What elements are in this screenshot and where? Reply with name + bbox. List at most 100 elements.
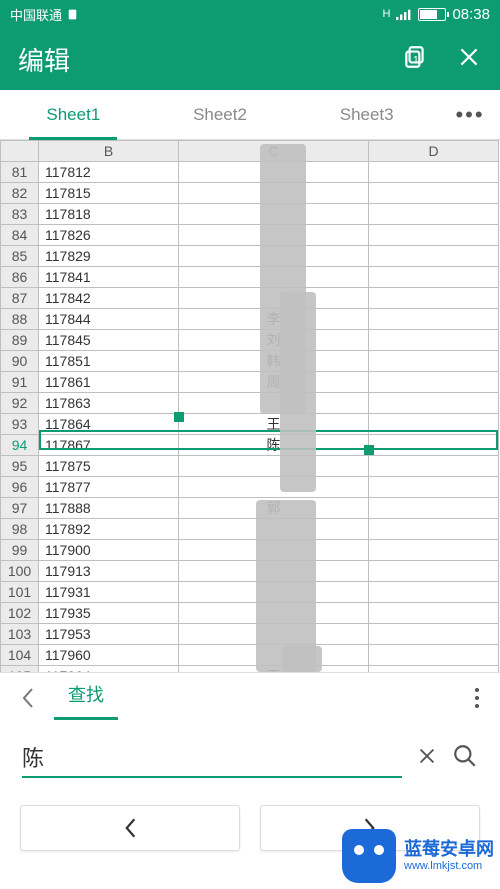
sim-icon bbox=[66, 8, 79, 21]
corner-cell[interactable] bbox=[1, 141, 39, 162]
cell[interactable]: 117875 bbox=[39, 456, 179, 477]
row-header[interactable]: 102 bbox=[1, 603, 39, 624]
cell[interactable] bbox=[369, 519, 499, 540]
cell[interactable] bbox=[369, 288, 499, 309]
search-icon[interactable] bbox=[452, 743, 478, 774]
cell[interactable]: 117844 bbox=[39, 309, 179, 330]
cell[interactable]: 117913 bbox=[39, 561, 179, 582]
cell[interactable] bbox=[369, 246, 499, 267]
row-header[interactable]: 81 bbox=[1, 162, 39, 183]
row-header[interactable]: 90 bbox=[1, 351, 39, 372]
cell[interactable]: 117861 bbox=[39, 372, 179, 393]
copy-icon[interactable]: 1 bbox=[402, 44, 428, 75]
cell[interactable] bbox=[369, 435, 499, 456]
row-header[interactable]: 85 bbox=[1, 246, 39, 267]
row-header[interactable]: 104 bbox=[1, 645, 39, 666]
row-header[interactable]: 86 bbox=[1, 267, 39, 288]
cell[interactable] bbox=[369, 267, 499, 288]
tab-sheet1[interactable]: Sheet1 bbox=[0, 90, 147, 139]
tab-sheet2[interactable]: Sheet2 bbox=[147, 90, 294, 139]
cell[interactable] bbox=[369, 414, 499, 435]
cell[interactable]: 117851 bbox=[39, 351, 179, 372]
cell[interactable] bbox=[369, 183, 499, 204]
row-header[interactable]: 92 bbox=[1, 393, 39, 414]
cell[interactable] bbox=[179, 477, 369, 498]
cell[interactable]: 117818 bbox=[39, 204, 179, 225]
cell[interactable] bbox=[369, 456, 499, 477]
cell[interactable] bbox=[369, 393, 499, 414]
cell[interactable]: 117842 bbox=[39, 288, 179, 309]
cell[interactable] bbox=[369, 204, 499, 225]
row-header[interactable]: 100 bbox=[1, 561, 39, 582]
cell[interactable]: 117867 bbox=[39, 435, 179, 456]
find-more-button[interactable] bbox=[462, 687, 492, 714]
cell[interactable] bbox=[369, 498, 499, 519]
search-row bbox=[0, 728, 500, 788]
cell[interactable]: 117877 bbox=[39, 477, 179, 498]
row-header[interactable]: 84 bbox=[1, 225, 39, 246]
cell[interactable]: 117935 bbox=[39, 603, 179, 624]
row-header[interactable]: 82 bbox=[1, 183, 39, 204]
cell[interactable] bbox=[369, 330, 499, 351]
row-header[interactable]: 97 bbox=[1, 498, 39, 519]
cell[interactable] bbox=[369, 561, 499, 582]
cell[interactable]: 王 bbox=[179, 414, 369, 435]
row-header[interactable]: 87 bbox=[1, 288, 39, 309]
row-header[interactable]: 96 bbox=[1, 477, 39, 498]
cell[interactable]: 117841 bbox=[39, 267, 179, 288]
cell[interactable]: 117815 bbox=[39, 183, 179, 204]
cell[interactable]: 117960 bbox=[39, 645, 179, 666]
cell[interactable] bbox=[369, 540, 499, 561]
find-back-button[interactable] bbox=[8, 687, 48, 715]
cell[interactable] bbox=[179, 456, 369, 477]
cell[interactable]: 117864 bbox=[39, 414, 179, 435]
find-prev-button[interactable] bbox=[20, 805, 240, 851]
cell[interactable]: 117900 bbox=[39, 540, 179, 561]
col-header-b[interactable]: B bbox=[39, 141, 179, 162]
cell[interactable] bbox=[369, 645, 499, 666]
clear-icon[interactable] bbox=[416, 745, 438, 772]
cell[interactable]: 117826 bbox=[39, 225, 179, 246]
cell[interactable]: 117845 bbox=[39, 330, 179, 351]
cell[interactable]: 117892 bbox=[39, 519, 179, 540]
row-header[interactable]: 95 bbox=[1, 456, 39, 477]
row-header[interactable]: 103 bbox=[1, 624, 39, 645]
cell[interactable] bbox=[369, 666, 499, 673]
search-input[interactable] bbox=[22, 738, 402, 778]
row-header[interactable]: 98 bbox=[1, 519, 39, 540]
cell[interactable]: 117964 bbox=[39, 666, 179, 673]
spreadsheet[interactable]: B C D 8111781282117815831178188411782685… bbox=[0, 140, 500, 672]
row-header[interactable]: 101 bbox=[1, 582, 39, 603]
cell[interactable] bbox=[369, 309, 499, 330]
row-header[interactable]: 94 bbox=[1, 435, 39, 456]
row-header[interactable]: 88 bbox=[1, 309, 39, 330]
cell[interactable]: 117931 bbox=[39, 582, 179, 603]
cell[interactable]: 117829 bbox=[39, 246, 179, 267]
status-left: 中国联通 bbox=[10, 5, 383, 24]
tabs-more-button[interactable]: ••• bbox=[440, 90, 500, 139]
cell[interactable]: 117953 bbox=[39, 624, 179, 645]
cell[interactable] bbox=[369, 225, 499, 246]
close-icon[interactable] bbox=[456, 44, 482, 75]
row-header[interactable]: 99 bbox=[1, 540, 39, 561]
find-tab[interactable]: 查找 bbox=[54, 681, 118, 720]
cell[interactable]: 117812 bbox=[39, 162, 179, 183]
cell[interactable] bbox=[369, 477, 499, 498]
row-header[interactable]: 89 bbox=[1, 330, 39, 351]
row-header[interactable]: 91 bbox=[1, 372, 39, 393]
row-header[interactable]: 105 bbox=[1, 666, 39, 673]
tab-sheet3[interactable]: Sheet3 bbox=[293, 90, 440, 139]
cell[interactable] bbox=[369, 372, 499, 393]
cell[interactable] bbox=[369, 624, 499, 645]
cell[interactable]: 陈 bbox=[179, 435, 369, 456]
cell[interactable] bbox=[369, 351, 499, 372]
clock: 08:38 bbox=[452, 6, 490, 23]
col-header-d[interactable]: D bbox=[369, 141, 499, 162]
cell[interactable] bbox=[369, 162, 499, 183]
cell[interactable]: 117888 bbox=[39, 498, 179, 519]
cell[interactable]: 117863 bbox=[39, 393, 179, 414]
row-header[interactable]: 93 bbox=[1, 414, 39, 435]
row-header[interactable]: 83 bbox=[1, 204, 39, 225]
cell[interactable] bbox=[369, 582, 499, 603]
cell[interactable] bbox=[369, 603, 499, 624]
